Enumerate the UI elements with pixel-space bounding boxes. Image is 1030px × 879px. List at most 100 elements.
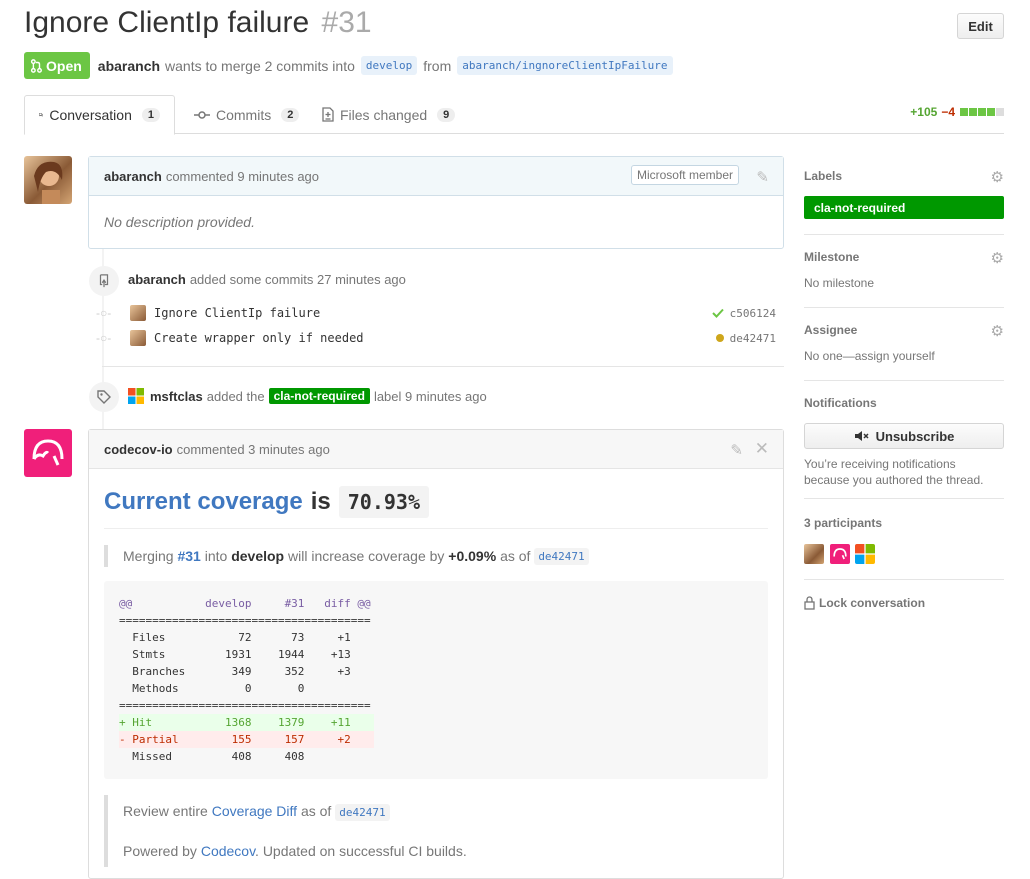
sidebar-milestone: Milestone ⚙ No milestone xyxy=(804,250,1004,308)
close-icon[interactable]: ✕ xyxy=(755,439,769,459)
commit-icon: -○- xyxy=(96,331,112,345)
gear-icon[interactable]: ⚙ xyxy=(991,322,1004,340)
pr-number: #31 xyxy=(321,6,372,39)
comment-body: No description provided. xyxy=(104,214,255,230)
tab-counter: 1 xyxy=(141,108,160,122)
pr-meta: Open abaranch wants to merge 2 commits i… xyxy=(24,52,679,79)
sidebar-notifications-title: Notifications xyxy=(804,396,877,410)
diff-line: ====================================== xyxy=(119,699,371,712)
assignee-value[interactable]: No one—assign yourself xyxy=(804,349,1004,363)
tab-bar: Conversation 1 Commits 2 Files changed 9… xyxy=(24,95,1004,135)
base-branch[interactable]: develop xyxy=(360,56,418,75)
unsubscribe-button[interactable]: Unsubscribe xyxy=(804,423,1004,449)
avatar[interactable] xyxy=(24,156,72,204)
lock-conversation-link[interactable]: Lock conversation xyxy=(804,596,925,610)
tag-badge xyxy=(89,382,119,412)
diff-line: @@ develop #31 diff @@ xyxy=(119,597,371,610)
sidebar-labels-title: Labels xyxy=(804,169,843,183)
diff-line: ====================================== xyxy=(119,614,371,627)
from-text: from xyxy=(423,57,452,74)
sidebar-labels: Labels ⚙ cla-not-required xyxy=(804,169,1004,235)
diff-line: Files 72 73 +1 xyxy=(119,631,351,644)
comment-header: codecov-io commented 3 minutes ago ✎ ✕ xyxy=(89,430,783,469)
pencil-icon[interactable]: ✎ xyxy=(756,168,769,186)
edit-button[interactable]: Edit xyxy=(957,13,1004,39)
diffstat-deletions: −4 xyxy=(941,105,955,119)
comment-body: Current coverage is 70.93% Merging #31 i… xyxy=(89,469,783,867)
commit-row: -○- Ignore ClientIp failure c506124 xyxy=(96,302,784,324)
diffstat-bar xyxy=(959,105,1004,119)
comment-header: abaranch commented 9 minutes ago Microso… xyxy=(89,157,783,196)
gear-icon[interactable]: ⚙ xyxy=(991,249,1004,267)
tab-conversation[interactable]: Conversation 1 xyxy=(24,95,175,135)
diff-line-removed: - Partial 155 157 +2 xyxy=(119,731,374,748)
event-author[interactable]: msftclas xyxy=(150,389,203,404)
status-badge: Open xyxy=(24,52,90,79)
tab-counter: 2 xyxy=(281,107,300,122)
commit-row: -○- Create wrapper only if needed de4247… xyxy=(96,327,784,349)
comment-time[interactable]: 3 minutes ago xyxy=(248,442,330,457)
commit-sha[interactable]: c506124 xyxy=(730,307,776,320)
avatar[interactable] xyxy=(804,544,824,564)
codecov-link[interactable]: Codecov xyxy=(201,843,255,859)
avatar[interactable] xyxy=(130,305,146,321)
pencil-icon[interactable]: ✎ xyxy=(730,441,743,459)
label-badge[interactable]: cla-not-required xyxy=(268,388,370,404)
repo-push-badge xyxy=(89,266,119,296)
gear-icon[interactable]: ⚙ xyxy=(991,168,1004,186)
commit-icon xyxy=(194,110,210,119)
tab-files-changed[interactable]: Files changed 9 xyxy=(308,95,469,134)
tab-commits[interactable]: Commits 2 xyxy=(180,95,313,134)
notifications-reason: You’re receiving notifications because y… xyxy=(804,457,984,487)
avatar[interactable] xyxy=(130,330,146,346)
current-coverage-link[interactable]: Current coverage xyxy=(104,488,303,516)
microsoft-logo-icon xyxy=(855,544,876,564)
label-badge[interactable]: cla-not-required xyxy=(804,196,1004,219)
repo-push-icon xyxy=(99,274,109,288)
diffstat-additions: +105 xyxy=(910,105,938,119)
comment: codecov-io commented 3 minutes ago ✎ ✕ C… xyxy=(88,429,784,879)
avatar[interactable] xyxy=(855,544,876,564)
sidebar-assignee-title: Assignee xyxy=(804,323,858,337)
participants-title: 3 participants xyxy=(804,516,883,530)
pending-dot-icon[interactable] xyxy=(715,334,724,342)
check-icon[interactable] xyxy=(711,308,724,318)
participant-avatars xyxy=(804,544,1004,564)
author-link[interactable]: abaranch xyxy=(98,58,160,74)
meta-text: wants to merge 2 commits into xyxy=(165,57,355,74)
head-branch[interactable]: abaranch/ingnoreClientIpFailure xyxy=(457,56,673,75)
divider xyxy=(102,366,784,367)
comment-time[interactable]: 9 minutes ago xyxy=(237,169,319,184)
pr-title-text: Ignore ClientIp failure xyxy=(24,6,310,39)
sidebar-milestone-title: Milestone xyxy=(804,250,860,264)
commit-message[interactable]: Create wrapper only if needed xyxy=(154,331,364,345)
sha-link[interactable]: de42471 xyxy=(335,804,390,821)
diff-line-added: + Hit 1368 1379 +11 xyxy=(119,714,374,731)
coverage-diff-link[interactable]: Coverage Diff xyxy=(212,803,297,819)
pull-request-icon xyxy=(30,58,42,73)
sha-link[interactable]: de42471 xyxy=(534,547,589,565)
codecov-umbrella-icon xyxy=(832,548,847,560)
pr-link[interactable]: #31 xyxy=(177,548,200,564)
commits-event: abaranch added some commits 27 minutes a… xyxy=(128,272,406,287)
coverage-diff-block: @@ develop #31 diff @@ =================… xyxy=(104,581,768,779)
diffstat[interactable]: +105 −4 xyxy=(910,105,1004,119)
comment-author[interactable]: codecov-io xyxy=(104,442,173,457)
commit-sha[interactable]: de42471 xyxy=(730,332,776,345)
avatar[interactable] xyxy=(829,544,850,564)
sidebar-participants: 3 participants xyxy=(804,516,1004,580)
event-author[interactable]: abaranch xyxy=(128,272,186,287)
microsoft-logo-icon[interactable] xyxy=(128,388,144,404)
diff-line: Missed 408 408 xyxy=(119,750,305,763)
diff-line: Branches 349 352 +3 xyxy=(119,665,351,678)
avatar[interactable] xyxy=(24,429,72,477)
comment-author[interactable]: abaranch xyxy=(104,169,162,184)
milestone-value: No milestone xyxy=(804,276,875,290)
merge-summary: Merging #31 into develop will increase c… xyxy=(104,545,768,567)
commit-message[interactable]: Ignore ClientIp failure xyxy=(154,306,320,320)
diff-line: Stmts 1931 1944 +13 xyxy=(119,648,351,661)
member-badge: Microsoft member xyxy=(630,165,739,185)
page-title: Ignore ClientIp failure #31 xyxy=(24,6,372,40)
tag-icon xyxy=(97,390,111,404)
commit-icon: -○- xyxy=(96,306,112,320)
